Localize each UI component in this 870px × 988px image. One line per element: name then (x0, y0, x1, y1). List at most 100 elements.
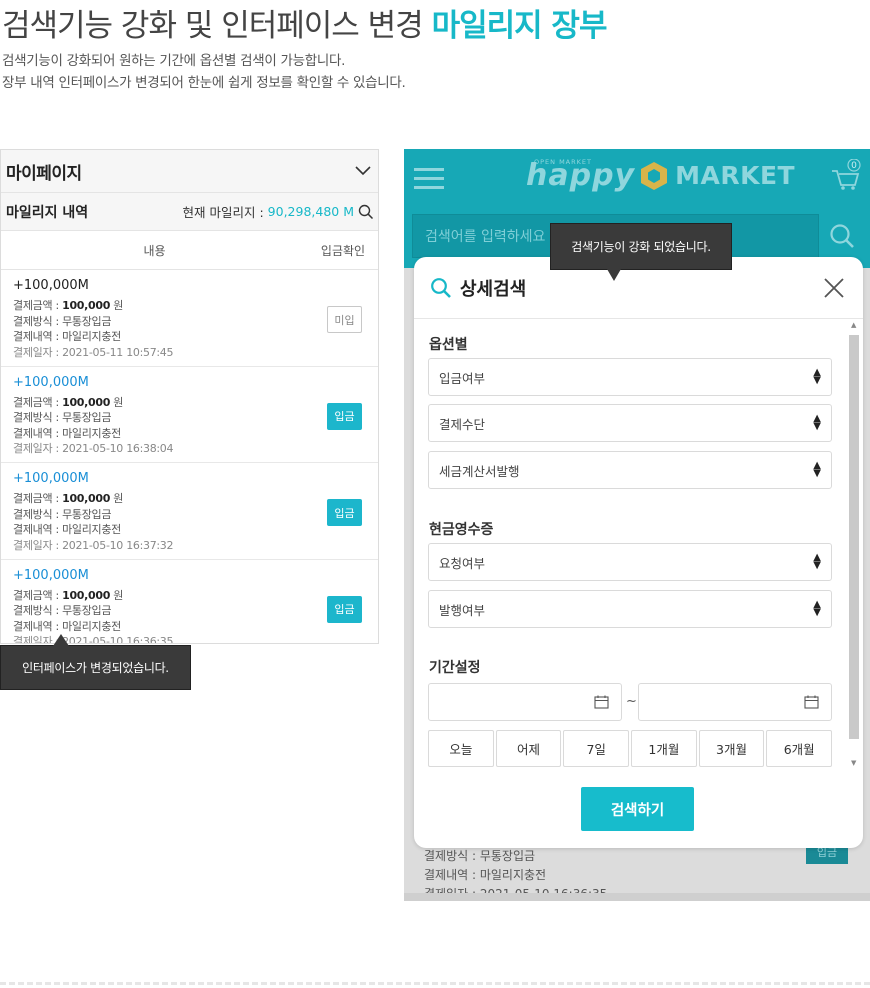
modal-body: 옵션별 입금여부 ▲ ▼ 결제수단 ▲ ▼ 세금계산서발행 ▲ ▼ 현금영수증 요청여… (414, 319, 849, 769)
section-options: 옵션별 (429, 337, 468, 353)
current-mileage-value: 90,298,480 M (267, 204, 354, 219)
column-deposit-confirm: 입금확인 (320, 243, 366, 258)
deposit-status-select[interactable]: 입금여부 ▲ ▼ (428, 358, 832, 396)
cart-count: 0 (851, 161, 857, 171)
mileage-history-panel: 마이페이지 마일리지 내역 현재 마일리지 : 90,298,480 M 내용 … (0, 149, 379, 644)
search-button[interactable] (818, 214, 864, 258)
search-icon (431, 277, 451, 298)
column-content: 내용 (143, 243, 166, 258)
record-payment-method: 결제방식 : 무통장입금 (13, 411, 112, 424)
receipt-request-select[interactable]: 요청여부 ▲ ▼ (428, 543, 832, 581)
record-amount: +100,000M (13, 278, 89, 293)
record-payment-date: 결제일자 : 2021-05-10 16:37:32 (13, 538, 174, 552)
tax-invoice-value: 세금계산서발행 (439, 463, 520, 479)
current-mileage: 현재 마일리지 : 90,298,480 M (183, 202, 375, 221)
record-payment-method: 결제방식 : 무통장입금 (13, 507, 112, 521)
payment-method-select[interactable]: 결제수단 ▲ ▼ (428, 404, 832, 442)
hexagon-logo-icon (641, 161, 668, 190)
scroll-down-icon[interactable]: ▼ (851, 759, 856, 767)
record-payment-amount: 결제금액 : 100,000 원 (13, 299, 124, 312)
record-amount: +100,000M (13, 471, 89, 486)
select-arrows-icon: ▲ ▼ (813, 413, 821, 432)
record-payment-detail: 결제내역 : 마일리지충전 (13, 619, 121, 633)
section-divider (0, 982, 870, 985)
period-1month-button[interactable]: 1개월 (631, 730, 697, 767)
record-payment-amount: 결제금액 : 100,000 원 (13, 492, 124, 505)
calendar-icon (804, 695, 819, 709)
section-cash-receipt: 현금영수증 (429, 522, 494, 538)
search-submit-button[interactable]: 검색하기 (581, 787, 694, 831)
tax-invoice-select[interactable]: 세금계산서발행 ▲ ▼ (428, 451, 832, 489)
record-amount: +100,000M (13, 567, 89, 583)
end-date-field[interactable] (638, 683, 832, 721)
tooltip-text: 검색기능이 강화 되었습니다. (571, 240, 711, 254)
app-header: OPEN MARKET happy MARKET 0 (404, 149, 870, 208)
logo-market: MARKET (675, 161, 796, 190)
interface-changed-tooltip: 인터페이스가 변경되었습니다. (0, 634, 191, 690)
tooltip-arrow (53, 634, 69, 646)
page-headline: 검색기능 강화 및 인터페이스 변경 마일리지 장부 (2, 0, 608, 45)
tooltip-arrow (607, 269, 621, 281)
menu-icon[interactable] (414, 168, 444, 189)
deposited-button[interactable]: 입금 (327, 402, 362, 430)
deposited-button[interactable]: 입금 (327, 499, 362, 526)
list-item: +100,000M 결제금액 : 100,000 원 결제방식 : 무통장입금 … (1, 560, 378, 643)
start-date-field[interactable] (428, 683, 622, 721)
list-item: +100,000M 결제금액 : 100,000 원 결제방식 : 무통장입금 … (1, 367, 378, 463)
not-deposited-button[interactable]: 미입 (327, 306, 362, 333)
bottom-bar (404, 893, 870, 901)
happy-market-logo[interactable]: OPEN MARKET happy MARKET (526, 158, 795, 193)
select-arrows-icon: ▲ ▼ (813, 460, 821, 479)
period-today-button[interactable]: 오늘 (428, 730, 494, 767)
record-amount: +100,000M (13, 374, 89, 390)
headline-accent: 마일리지 장부 (431, 8, 608, 44)
mypage-header[interactable]: 마이페이지 (1, 150, 378, 193)
list-item: +100,000M 결제금액 : 100,000 원 결제방식 : 무통장입금 … (1, 270, 378, 367)
record-payment-amount: 결제금액 : 100,000 원 (13, 588, 124, 602)
search-enhanced-tooltip: 검색기능이 강화 되었습니다. (550, 223, 732, 281)
close-icon[interactable] (823, 277, 845, 299)
deposit-status-value: 입금여부 (439, 370, 486, 386)
record-payment-detail: 결제내역 : 마일리지충전 (13, 523, 121, 536)
table-header: 내용 입금확인 (1, 231, 378, 270)
section-period: 기간설정 (429, 660, 481, 676)
scroll-thumb[interactable] (849, 335, 859, 739)
record-payment-date: 결제일자 : 2021-05-11 10:57:45 (13, 345, 174, 359)
dimmed-payment-method: 결제방식 : 무통장입금 (424, 849, 536, 863)
mileage-history-title: 마일리지 내역 (6, 204, 89, 221)
modal-title: 상세검색 (460, 278, 527, 300)
tooltip-text: 인터페이스가 변경되었습니다. (22, 661, 169, 675)
chevron-down-icon[interactable] (354, 165, 372, 177)
select-arrows-icon: ▲ ▼ (813, 367, 821, 386)
calendar-icon (594, 695, 609, 709)
description-line-2: 장부 내역 인터페이스가 변경되어 한눈에 쉽게 정보를 확인할 수 있습니다. (2, 75, 406, 91)
payment-method-value: 결제수단 (439, 416, 486, 432)
search-icon (829, 224, 854, 248)
dimmed-payment-detail: 결제내역 : 마일리지충전 (424, 868, 547, 882)
detail-search-modal: 상세검색 옵션별 입금여부 ▲ ▼ 결제수단 ▲ ▼ 세금계산서발행 ▲ ▼ 현금영수… (414, 257, 863, 848)
period-3months-button[interactable]: 3개월 (698, 730, 765, 767)
search-icon[interactable] (358, 204, 374, 220)
select-arrows-icon: ▲ ▼ (813, 552, 821, 571)
period-buttons: 오늘 어제 7일 1개월 3개월 6개월 (428, 730, 833, 767)
receipt-issue-value: 발행여부 (439, 602, 486, 618)
period-yesterday-button[interactable]: 어제 (495, 730, 562, 767)
deposited-button[interactable]: 입금 (327, 595, 362, 623)
receipt-request-value: 요청여부 (439, 555, 486, 571)
period-6months-button[interactable]: 6개월 (766, 730, 833, 767)
description-line-1: 검색기능이 강화되어 원하는 기간에 옵션별 검색이 가능합니다. (2, 53, 346, 69)
headline-main: 검색기능 강화 및 인터페이스 변경 (2, 8, 432, 44)
receipt-issue-select[interactable]: 발행여부 ▲ ▼ (428, 590, 832, 628)
record-payment-method: 결제방식 : 무통장입금 (13, 604, 112, 617)
modal-scrollbar[interactable]: ▲ ▼ (847, 321, 859, 767)
date-range-separator: ~ (626, 694, 637, 709)
record-payment-detail: 결제내역 : 마일리지충전 (13, 330, 121, 343)
record-payment-method: 결제방식 : 무통장입금 (13, 314, 112, 328)
period-7days-button[interactable]: 7일 (563, 730, 630, 767)
logo-open-market: OPEN MARKET (534, 158, 592, 166)
scroll-up-icon[interactable]: ▲ (851, 321, 856, 329)
select-arrows-icon: ▲ ▼ (813, 599, 821, 618)
cart-icon[interactable]: 0 (830, 159, 862, 191)
mypage-title: 마이페이지 (6, 163, 82, 184)
record-payment-date: 결제일자 : 2021-05-10 16:38:04 (13, 442, 174, 455)
